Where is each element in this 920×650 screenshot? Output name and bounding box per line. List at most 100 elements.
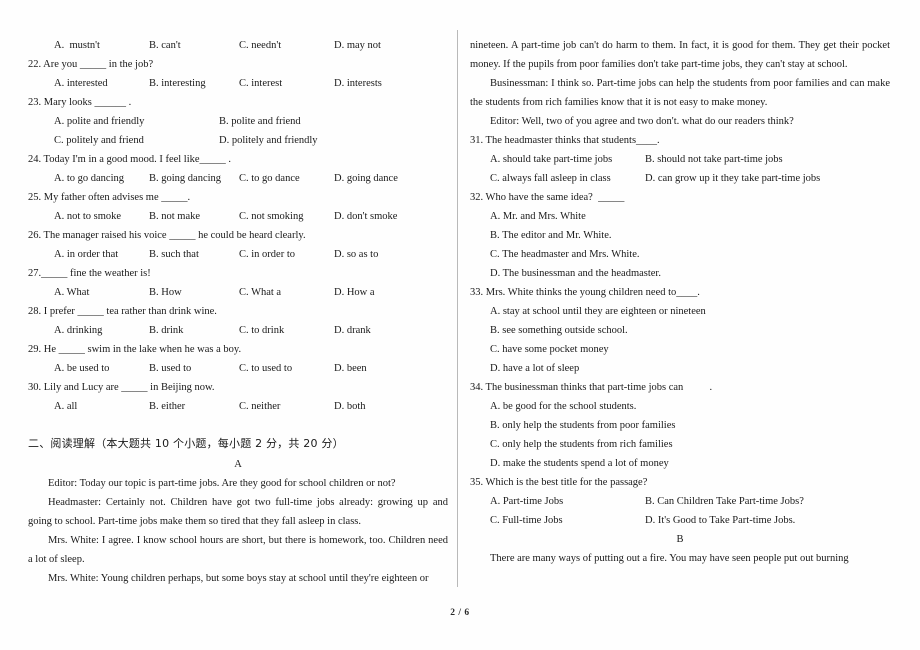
q27-options-row: A. What B. How C. What a D. How a [28,283,448,302]
q30-option-a: A. all [54,401,78,412]
q29-options-row: A. be used to B. used to C. to used to D… [28,359,448,378]
q22-option-c: C. interest [239,78,283,89]
q23-option-c: C. politely and friend [54,135,144,146]
passage-a-cont-para-2: Businessman: I think so. Part-time jobs … [470,78,890,108]
q22-options-row: A. interested B. interesting C. interest… [28,74,448,93]
q28-option-c: C. to drink [239,325,285,336]
passage-b-label: B [676,534,684,545]
right-column: nineteen. A part-time job can't do harm … [470,36,890,568]
q30-option-c: C. neither [239,401,281,412]
q28-option-b: B. drink [149,325,184,336]
q27-option-a: A. What [54,287,90,298]
passage-a-line-mrs-white-1: Mrs. White: I agree. I know school hours… [28,535,448,565]
q30-option-b: B. either [149,401,186,412]
q35-option-a: A. Part-time Jobs [490,496,564,507]
q26-options-row: A. in order that B. such that C. in orde… [28,245,448,264]
q23-option-a: A. polite and friendly [54,116,145,127]
q31-option-c: C. always fall asleep in class [490,173,611,184]
q35-option-b: B. Can Children Take Part-time Jobs? [645,496,804,507]
q24-stem: 24. Today I'm in a good mood. I feel lik… [28,154,232,165]
q24-options-row: A. to go dancing B. going dancing C. to … [28,169,448,188]
q26-option-a: A. in order that [54,249,119,260]
q31-option-b: B. should not take part-time jobs [645,154,783,165]
left-column: A. mustn't B. can't C. needn't D. may no… [28,36,448,588]
q28-options-row: A. drinking B. drink C. to drink D. dran… [28,321,448,340]
q33-option-a: A. stay at school until they are eightee… [490,306,706,317]
q27-option-b: B. How [149,287,182,298]
q25-option-a: A. not to smoke [54,211,122,222]
q35-option-d: D. It's Good to Take Part-time Jobs. [645,515,796,526]
q30-stem: 30. Lily and Lucy are _____ in Beijing n… [28,382,215,393]
q21-option-d: D. may not [334,40,381,51]
q31-option-a: A. should take part-time jobs [490,154,613,165]
q25-options-row: A. not to smoke B. not make C. not smoki… [28,207,448,226]
q23-options-row-1: A. polite and friendly B. polite and fri… [28,112,448,131]
section-two-heading: 二、阅读理解（本大题共 10 个小题，每小题 2 分，共 20 分） [28,437,344,450]
q23-option-b: B. polite and friend [219,116,301,127]
passage-a-line-editor: Editor: Today our topic is part-time job… [48,478,396,489]
q32-option-b: B. The editor and Mr. White. [490,230,612,241]
q22-option-d: D. interests [334,78,382,89]
q35-options-row-1: A. Part-time Jobs B. Can Children Take P… [470,492,890,511]
q25-option-c: C. not smoking [239,211,304,222]
q32-option-a: A. Mr. and Mrs. White [490,211,586,222]
q31-options-row-2: C. always fall asleep in class D. can gr… [470,169,890,188]
passage-a-line-headmaster: Headmaster: Certainly not. Children have… [28,497,448,527]
q28-option-a: A. drinking [54,325,103,336]
passage-a-cont-para-3: Editor: Well, two of you agree and two d… [490,116,794,127]
q25-option-b: B. not make [149,211,201,222]
q35-options-row-2: C. Full-time Jobs D. It's Good to Take P… [470,511,890,530]
q28-stem: 28. I prefer _____ tea rather than drink… [28,306,217,317]
q29-option-a: A. be used to [54,363,110,374]
passage-a-label: A [234,459,242,470]
q24-option-c: C. to go dance [239,173,300,184]
q24-option-d: D. going dance [334,173,398,184]
q33-option-d: D. have a lot of sleep [490,363,580,374]
q32-option-d: D. The businessman and the headmaster. [490,268,661,279]
passage-a-cont-para-1: nineteen. A part-time job can't do harm … [470,40,890,70]
q30-option-d: D. both [334,401,366,412]
q21-option-c: C. needn't [239,40,282,51]
q33-stem: 33. Mrs. White thinks the young children… [470,287,700,298]
q29-option-c: C. to used to [239,363,293,374]
q27-option-c: C. What a [239,287,282,298]
q32-stem: 32. Who have the same idea? _____ [470,192,625,203]
q21-option-b: B. can't [149,40,181,51]
q33-option-c: C. have some pocket money [490,344,609,355]
page-number: 2 / 6 [450,608,470,618]
q34-option-a: A. be good for the school students. [490,401,637,412]
q22-option-a: A. interested [54,78,108,89]
q23-options-row-2: C. politely and friend D. politely and f… [28,131,448,150]
q33-option-b: B. see something outside school. [490,325,628,336]
q31-stem: 31. The headmaster thinks that students_… [470,135,660,146]
q29-option-b: B. used to [149,363,192,374]
q30-options-row: A. all B. either C. neither D. both [28,397,448,416]
q35-option-c: C. Full-time Jobs [490,515,563,526]
q23-stem: 23. Mary looks ______ . [28,97,132,108]
q35-stem: 35. Which is the best title for the pass… [470,477,648,488]
q32-option-c: C. The headmaster and Mrs. White. [490,249,640,260]
q22-option-b: B. interesting [149,78,206,89]
q28-option-d: D. drank [334,325,371,336]
q26-option-c: C. in order to [239,249,295,260]
q22-stem: 22. Are you _____ in the job? [28,59,154,70]
q26-option-d: D. so as to [334,249,379,260]
q31-option-d: D. can grow up it they take part-time jo… [645,173,821,184]
q27-stem: 27._____ fine the weather is! [28,268,151,279]
q26-option-b: B. such that [149,249,199,260]
q21-options-row: A. mustn't B. can't C. needn't D. may no… [28,36,448,55]
passage-a-line-mrs-white-2: Mrs. White: Young children perhaps, but … [48,573,429,584]
q24-option-a: A. to go dancing [54,173,124,184]
exam-page: A. mustn't B. can't C. needn't D. may no… [0,0,920,650]
q29-option-d: D. been [334,363,367,374]
q34-option-b: B. only help the students from poor fami… [490,420,676,431]
column-divider [457,30,458,587]
q34-stem: 34. The businessman thinks that part-tim… [470,382,713,393]
q26-stem: 26. The manager raised his voice _____ h… [28,230,306,241]
q25-stem: 25. My father often advises me _____. [28,192,191,203]
passage-b-para-1: There are many ways of putting out a fir… [490,553,849,564]
q31-options-row-1: A. should take part-time jobs B. should … [470,150,890,169]
q23-option-d: D. politely and friendly [219,135,318,146]
q27-option-d: D. How a [334,287,375,298]
